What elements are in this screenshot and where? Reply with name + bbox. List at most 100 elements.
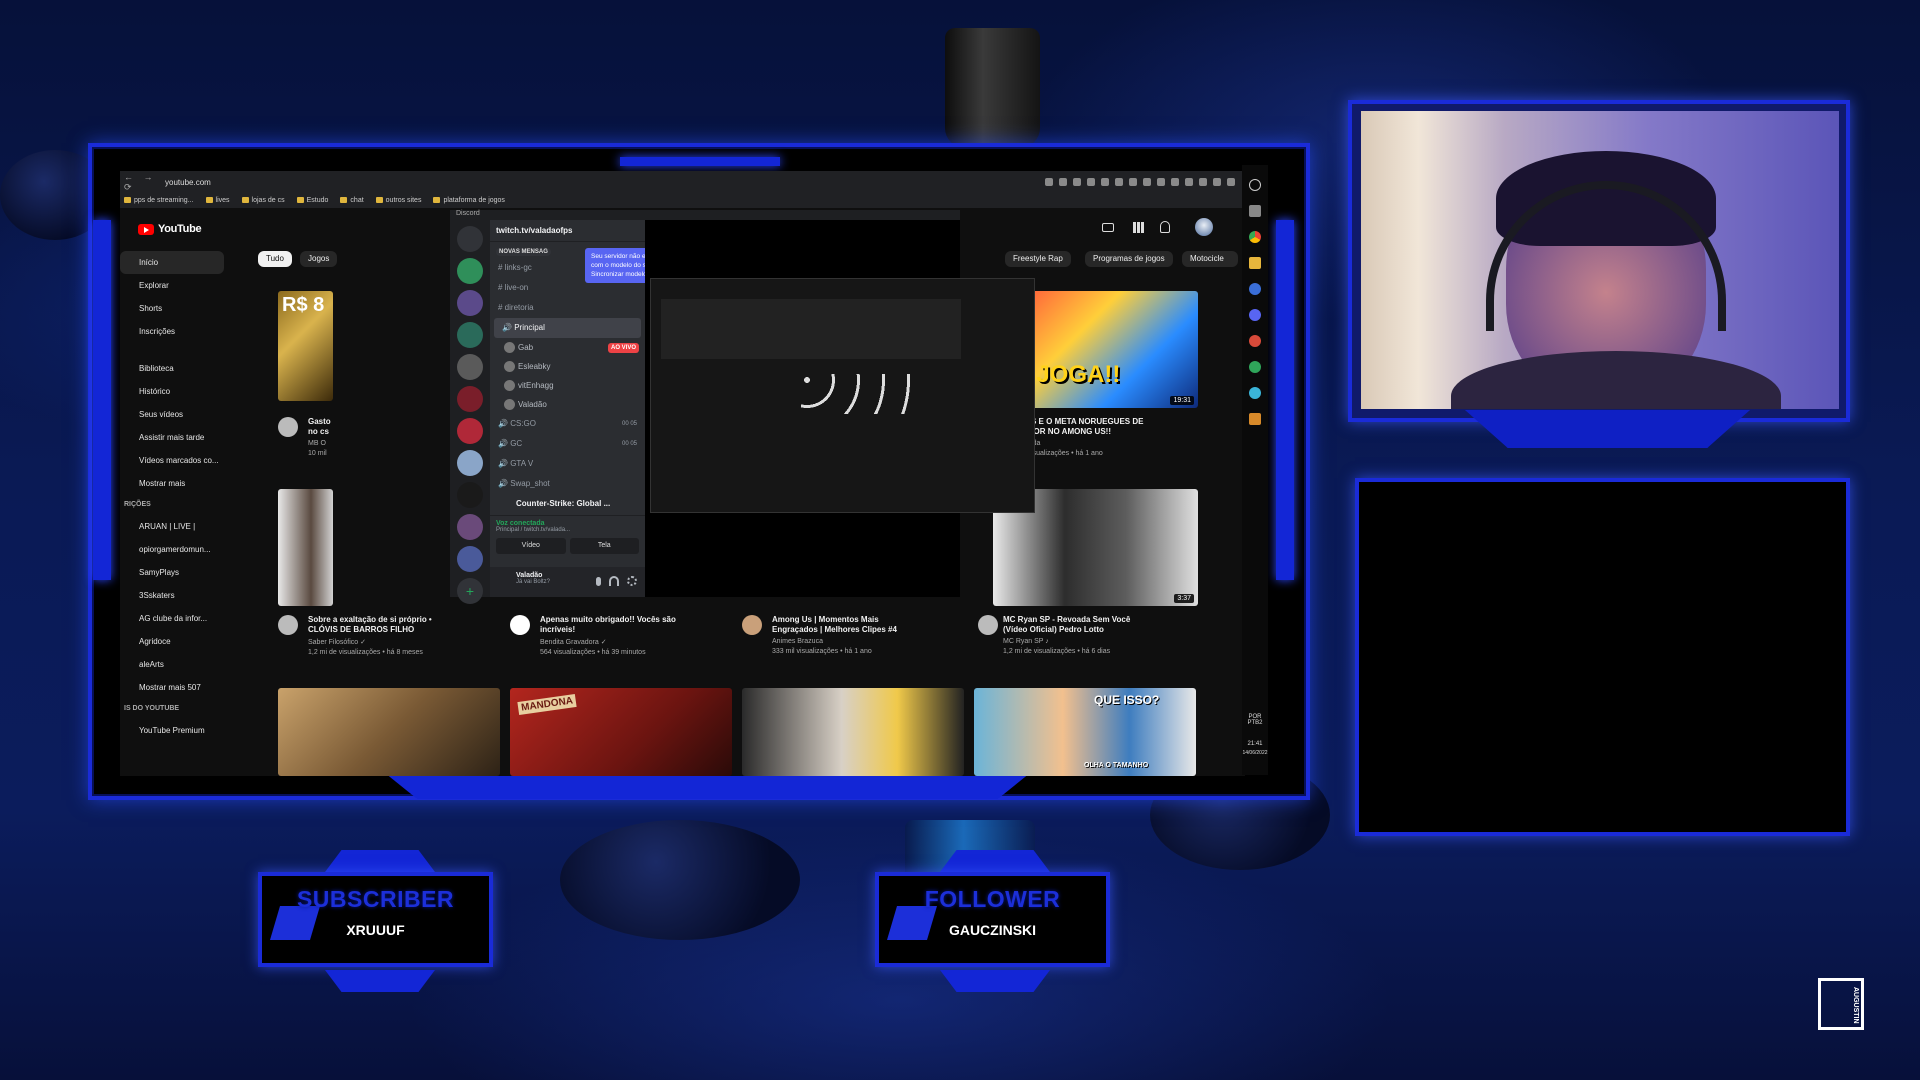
chip-freestyle-rap[interactable]: Freestyle Rap bbox=[1005, 251, 1071, 267]
app-icon[interactable] bbox=[1249, 335, 1261, 347]
headphones-icon[interactable] bbox=[609, 576, 619, 586]
channel-avatar[interactable] bbox=[510, 615, 530, 635]
video-thumbnail[interactable]: MANDONA bbox=[510, 688, 732, 776]
sidebar-item-inicio[interactable]: Início bbox=[120, 251, 224, 274]
subscription-item[interactable]: opiorgamerdomun... bbox=[120, 538, 230, 561]
server-icon[interactable] bbox=[457, 258, 483, 284]
bookmark[interactable]: lojas de cs bbox=[242, 197, 285, 204]
bookmark[interactable]: outros sites bbox=[376, 197, 422, 204]
follower-alert: FOLLOWER GAUCZINSKI bbox=[875, 872, 1110, 967]
bell-icon[interactable] bbox=[1160, 221, 1170, 233]
sidebar-item-biblioteca[interactable]: Biblioteca bbox=[120, 357, 230, 380]
background-rock bbox=[560, 820, 800, 940]
new-messages-badge[interactable]: NOVAS MENSAG bbox=[496, 248, 551, 256]
subscription-item[interactable]: AG clube da infor... bbox=[120, 607, 230, 630]
server-icon[interactable] bbox=[457, 482, 483, 508]
bookmark[interactable]: Estudo bbox=[297, 197, 329, 204]
voice-channel-principal[interactable]: 🔊 Principal bbox=[494, 318, 641, 338]
sidebar-item-videos-marcados[interactable]: Vídeos marcados co... bbox=[120, 449, 230, 472]
youtube-logo[interactable]: YouTube bbox=[138, 223, 202, 235]
chip-jogos[interactable]: Jogos bbox=[300, 251, 338, 267]
app-icon[interactable] bbox=[1249, 413, 1261, 425]
bookmark[interactable]: chat bbox=[340, 197, 363, 204]
chip-tudo[interactable]: Tudo bbox=[258, 251, 292, 267]
chip-motocicle[interactable]: Motocicle bbox=[1182, 251, 1238, 267]
subscription-item[interactable]: 3Sskaters bbox=[120, 584, 230, 607]
search-icon[interactable] bbox=[1249, 179, 1261, 191]
sidebar-item-seus-videos[interactable]: Seus vídeos bbox=[120, 403, 230, 426]
settings-gear-icon[interactable] bbox=[627, 576, 637, 586]
create-icon[interactable] bbox=[1102, 223, 1114, 232]
channel-avatar[interactable] bbox=[742, 615, 762, 635]
add-server-icon[interactable]: + bbox=[457, 578, 483, 604]
app-icon[interactable] bbox=[1249, 283, 1261, 295]
avatar[interactable] bbox=[1195, 218, 1213, 236]
now-playing[interactable]: Counter-Strike: Global ... bbox=[490, 494, 645, 514]
server-icon[interactable] bbox=[457, 322, 483, 348]
alert-accent-bottom bbox=[940, 970, 1050, 992]
subscription-item[interactable]: SamyPlays bbox=[120, 561, 230, 584]
voice-channel[interactable]: 🔊 Swap_shot bbox=[490, 474, 645, 494]
chrome-icon[interactable] bbox=[1249, 231, 1261, 243]
tray-icon[interactable] bbox=[1249, 205, 1261, 217]
subscription-item[interactable]: ARUAN | LIVE | bbox=[120, 515, 230, 538]
sidebar-item-historico[interactable]: Histórico bbox=[120, 380, 230, 403]
video-meta: MC Ryan SP - Revoada Sem Você (Vídeo Ofi… bbox=[1003, 615, 1131, 655]
video-thumbnail[interactable] bbox=[278, 489, 333, 606]
server-icon[interactable] bbox=[457, 290, 483, 316]
user-name[interactable]: Valadão bbox=[516, 572, 645, 579]
voice-channel[interactable]: 🔊 CS:GO 00 05 bbox=[490, 414, 645, 434]
channel-avatar[interactable] bbox=[278, 417, 298, 437]
bookmark[interactable]: plataforma de jogos bbox=[433, 197, 504, 204]
bookmark[interactable]: lives bbox=[206, 197, 230, 204]
address-bar[interactable]: youtube.com bbox=[165, 178, 1045, 187]
voice-user[interactable]: vitEnhagg bbox=[490, 376, 645, 395]
channel-avatar[interactable] bbox=[278, 615, 298, 635]
subscription-item[interactable]: aleArts bbox=[120, 653, 230, 676]
discord-icon[interactable] bbox=[1249, 309, 1261, 321]
voice-user[interactable]: Valadão bbox=[490, 395, 645, 414]
apps-icon[interactable] bbox=[1133, 222, 1144, 233]
subscription-show-more[interactable]: Mostrar mais 507 bbox=[120, 676, 230, 699]
mic-icon[interactable] bbox=[596, 577, 601, 586]
voice-channel[interactable]: 🔊 GC 00 05 bbox=[490, 434, 645, 454]
server-icon[interactable] bbox=[457, 354, 483, 380]
discord-stream-view[interactable] bbox=[645, 220, 1035, 597]
folder-icon[interactable] bbox=[1249, 257, 1261, 269]
nav-buttons[interactable]: ← → ⟳ bbox=[120, 172, 165, 193]
video-thumbnail[interactable] bbox=[742, 688, 964, 776]
sidebar-item-inscricoes[interactable]: Inscrições bbox=[120, 320, 230, 343]
discord-home-icon[interactable] bbox=[457, 226, 483, 252]
app-icon[interactable] bbox=[1249, 387, 1261, 399]
server-icon[interactable] bbox=[457, 386, 483, 412]
server-name[interactable]: twitch.tv/valadaofps bbox=[490, 220, 645, 242]
server-icon[interactable] bbox=[457, 418, 483, 444]
text-channel[interactable]: # diretoria bbox=[490, 298, 645, 318]
screen-share-button[interactable]: Tela bbox=[569, 538, 639, 554]
voice-channel[interactable]: 🔊 GTA V bbox=[490, 454, 645, 474]
server-icon[interactable] bbox=[457, 546, 483, 572]
sidebar-item-mostrar-mais[interactable]: Mostrar mais bbox=[120, 472, 230, 495]
tray-language[interactable]: POR PTB2 bbox=[1242, 714, 1268, 726]
tray-time[interactable]: 21:41 bbox=[1242, 741, 1268, 747]
video-thumbnail[interactable] bbox=[278, 688, 500, 776]
sidebar-item-shorts[interactable]: Shorts bbox=[120, 297, 230, 320]
subscription-item[interactable]: Agridoce bbox=[120, 630, 230, 653]
video-thumbnail[interactable]: QUE ISSO? OLHA O TAMANHO bbox=[974, 688, 1196, 776]
sidebar-item-explorar[interactable]: Explorar bbox=[120, 274, 230, 297]
sidebar-item-assistir-mais-tarde[interactable]: Assistir mais tarde bbox=[120, 426, 230, 449]
server-icon[interactable] bbox=[457, 514, 483, 540]
video-button[interactable]: Vídeo bbox=[496, 538, 566, 554]
chip-programas-de-jogos[interactable]: Programas de jogos bbox=[1085, 251, 1173, 267]
sidebar-item-youtube-premium[interactable]: YouTube Premium bbox=[120, 719, 230, 742]
server-icon[interactable] bbox=[457, 450, 483, 476]
extension-icons[interactable] bbox=[1045, 178, 1245, 186]
voice-user[interactable]: Esleabky bbox=[490, 357, 645, 376]
app-icon[interactable] bbox=[1249, 361, 1261, 373]
voice-user[interactable]: Gab AO VIVO bbox=[490, 338, 645, 357]
channel-avatar[interactable] bbox=[978, 615, 998, 635]
youtube-sidebar: Início Explorar Shorts Inscrições Biblio… bbox=[120, 251, 230, 742]
tray-date[interactable]: 14/06/2022 bbox=[1242, 750, 1268, 756]
bookmark[interactable]: pps de streaming... bbox=[124, 197, 194, 204]
video-thumbnail[interactable]: R$ 8 bbox=[278, 291, 333, 401]
